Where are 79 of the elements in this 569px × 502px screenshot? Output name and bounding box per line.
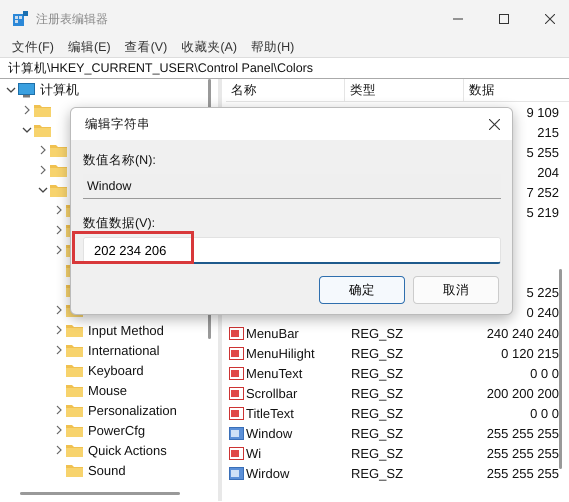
chevron-right-icon[interactable] — [54, 225, 64, 235]
chevron-right-icon[interactable] — [54, 305, 64, 315]
tree-item[interactable]: International — [88, 342, 160, 358]
chevron-down-icon[interactable] — [22, 125, 32, 135]
value-data: 0 0 0 — [530, 366, 559, 381]
chevron-right-icon[interactable] — [38, 145, 48, 155]
value-data: 255 255 255 — [486, 426, 559, 442]
chevron-down-icon[interactable] — [38, 185, 48, 195]
column-header[interactable]: 名称 — [226, 79, 345, 101]
dialog-title: 编辑字符串 — [85, 116, 150, 132]
value-data: 5 225 — [526, 285, 559, 300]
value-data: 240 240 240 — [486, 326, 559, 341]
menu-item[interactable]: 收藏夹(A) — [181, 39, 237, 56]
tree-item[interactable]: Mouse — [88, 382, 128, 398]
value-type: REG_SZ — [351, 406, 404, 421]
menu-item[interactable]: 查看(V) — [124, 39, 168, 56]
maximize-icon[interactable] — [499, 14, 509, 24]
window-title: 注册表编辑器 — [36, 10, 108, 28]
field-label: 数值数据(V): — [83, 215, 156, 232]
value-type: REG_SZ — [351, 346, 404, 361]
chevron-right-icon[interactable] — [54, 325, 64, 335]
column-header[interactable]: 数据 — [464, 79, 554, 101]
tree-item[interactable]: PowerCfg — [88, 422, 146, 438]
monitor-icon — [18, 82, 35, 98]
value-name[interactable]: Window — [246, 426, 292, 442]
value-data: 0 120 215 — [501, 346, 559, 361]
value-data: 0 0 0 — [530, 406, 559, 421]
value-data: 7 252 — [526, 184, 559, 200]
value-data: 215 — [537, 124, 559, 140]
tree-item[interactable]: Keyboard — [88, 362, 144, 378]
menu-item[interactable]: 编辑(E) — [68, 39, 111, 56]
value-type: REG_SZ — [351, 366, 404, 381]
value-type: REG_SZ — [351, 326, 404, 341]
value-data-field[interactable]: 202 234 206 — [83, 237, 501, 264]
chevron-right-icon[interactable] — [54, 245, 64, 255]
chevron-down-icon[interactable] — [6, 85, 16, 95]
value-name[interactable]: TitleText — [246, 406, 294, 421]
value-data: 9 109 — [526, 104, 559, 120]
chevron-right-icon[interactable] — [54, 405, 64, 415]
chevron-right-icon[interactable] — [54, 205, 64, 215]
value-data: 0 240 — [526, 305, 559, 320]
value-data: 255 255 255 — [486, 446, 559, 462]
value-type: REG_SZ — [351, 446, 404, 462]
value-name[interactable]: Scrollbar — [246, 386, 298, 401]
value-name[interactable]: MenuBar — [246, 326, 299, 341]
tree-item[interactable]: Sound — [88, 462, 126, 478]
value-name[interactable]: MenuText — [246, 366, 302, 381]
value-data: 204 — [537, 164, 559, 180]
chevron-right-icon[interactable] — [38, 165, 48, 175]
ok-button[interactable]: 确定 — [319, 276, 405, 304]
value-type: REG_SZ — [351, 386, 404, 401]
value-data: 200 200 200 — [486, 386, 559, 401]
tree-item[interactable]: Personalization — [88, 402, 177, 418]
menu-item[interactable]: 文件(F) — [12, 39, 54, 56]
close-icon[interactable] — [489, 118, 500, 130]
chevron-right-icon[interactable] — [22, 105, 32, 115]
close-icon[interactable] — [545, 14, 555, 24]
address-bar[interactable]: 计算机\HKEY_CURRENT_USER\Control Panel\Colors — [0, 57, 569, 79]
value-data: 5 255 — [526, 144, 559, 160]
value-data: 255 255 255 — [486, 466, 559, 482]
value-name[interactable]: Wi — [246, 446, 262, 462]
value-type: REG_SZ — [351, 426, 404, 442]
value-type: REG_SZ — [351, 466, 404, 482]
chevron-right-icon[interactable] — [54, 425, 64, 435]
value-data: 5 219 — [526, 205, 559, 220]
app-icon — [12, 11, 28, 27]
menu-item[interactable]: 帮助(H) — [250, 39, 294, 56]
tree-item[interactable]: Input Method — [88, 322, 164, 338]
scrollbar-thumb[interactable] — [559, 269, 562, 469]
column-header[interactable]: 类型 — [345, 79, 464, 101]
scrollbar-thumb[interactable] — [20, 492, 180, 495]
value-name[interactable]: MenuHilight — [246, 346, 315, 361]
cancel-button[interactable]: 取消 — [413, 276, 499, 304]
chevron-right-icon[interactable] — [54, 445, 64, 455]
field-label: 数值名称(N): — [83, 152, 157, 169]
tree-item[interactable]: Quick Actions — [88, 442, 167, 458]
value-name[interactable]: Wirdow — [246, 466, 290, 482]
tree-item[interactable]: 计算机 — [40, 81, 79, 99]
chevron-right-icon[interactable] — [54, 345, 64, 355]
